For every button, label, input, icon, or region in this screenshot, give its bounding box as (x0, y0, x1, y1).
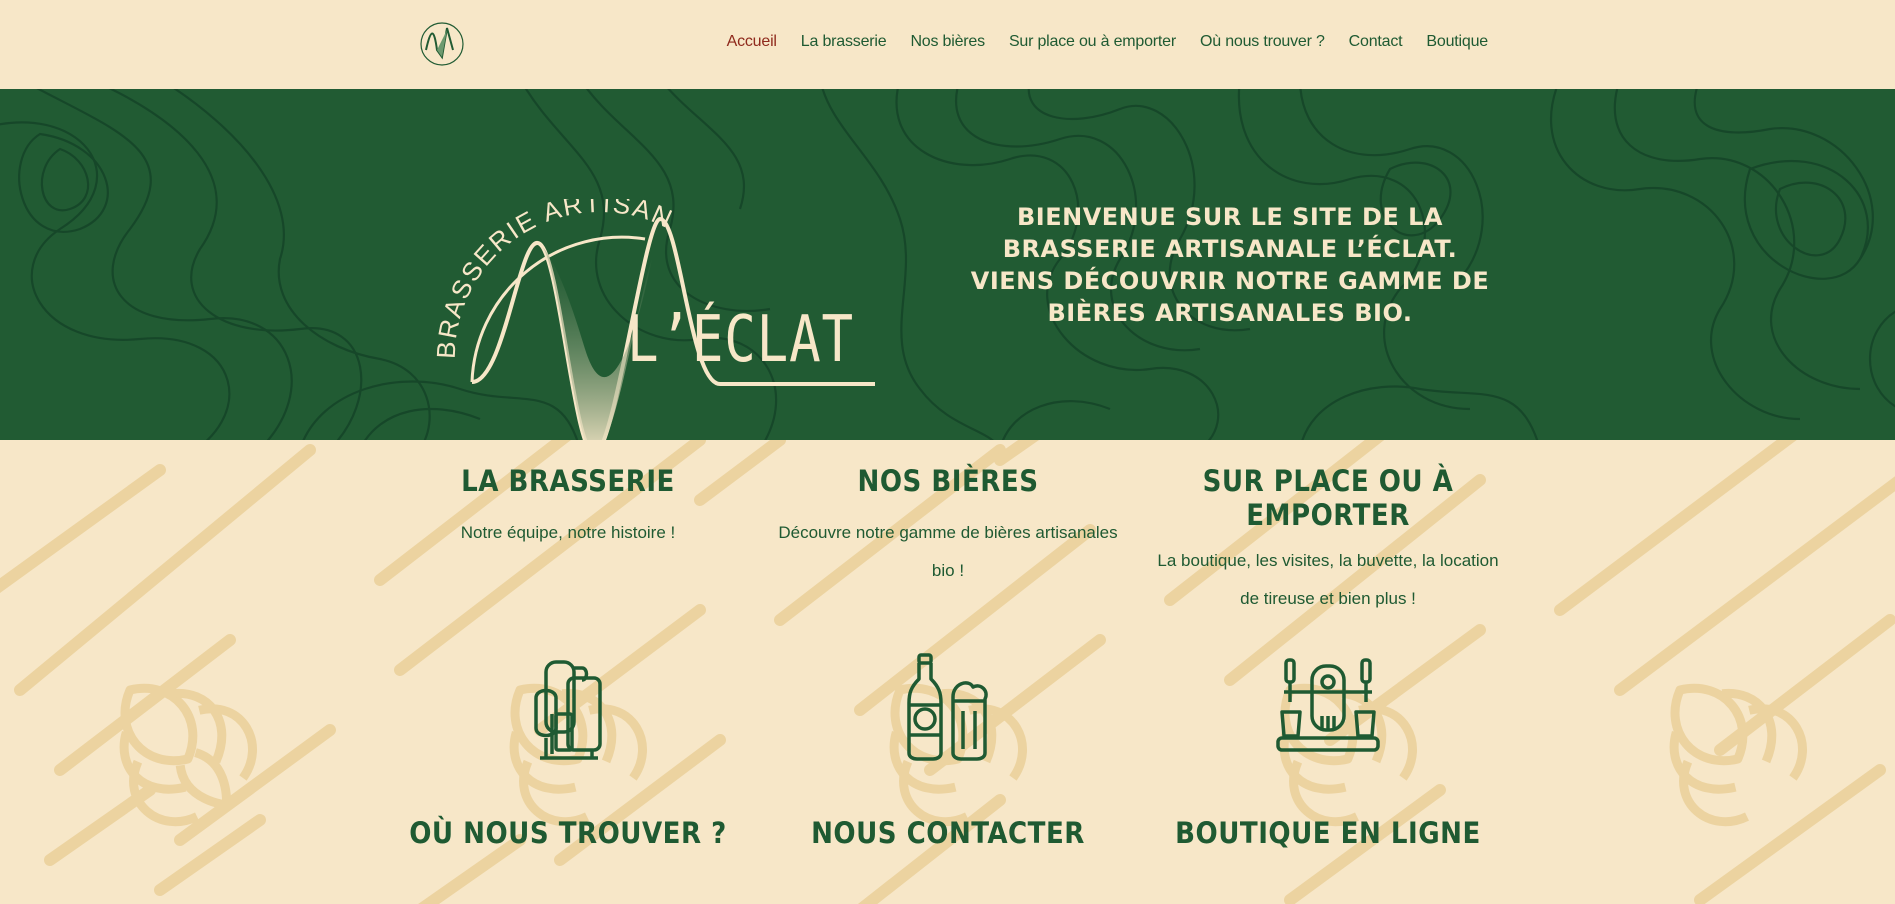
card-sur-place[interactable]: Sur place ou à emporter La boutique, les… (1148, 464, 1508, 618)
hero-tagline: Bienvenue sur le site de la brasserie ar… (970, 203, 1490, 327)
card-text: Découvre notre gamme de bières artisanal… (778, 523, 1118, 580)
topographic-background (0, 89, 1895, 440)
card-la-brasserie[interactable]: La brasserie Notre équipe, notre histoir… (388, 464, 748, 552)
card-title: Sur place ou à emporter (1202, 464, 1454, 532)
hero-banner: BRASSERIE ARTISANALE L’ÉCLAT Bienvenue s… (0, 89, 1895, 440)
card-nous-contacter[interactable]: Nous contacter (768, 816, 1128, 850)
card-ou-nous-trouver[interactable]: Où nous trouver ? (388, 816, 748, 850)
card-text: Notre équipe, notre histoire ! (460, 523, 676, 542)
nav-item-contact[interactable]: Contact (1349, 33, 1403, 51)
main-menu: Accueil La brasserie Nos bières Sur plac… (703, 33, 1489, 51)
card-title: Nous contacter (811, 816, 1085, 850)
beer-tap-icon[interactable] (1276, 656, 1380, 760)
card-title: Où nous trouver ? (409, 816, 727, 850)
nav-item-accueil[interactable]: Accueil (727, 33, 777, 51)
card-title: Nos bières (857, 464, 1039, 498)
card-text: La boutique, les visites, la buvette, la… (1157, 551, 1499, 608)
beer-bottle-glass-icon[interactable] (907, 653, 991, 763)
nav-item-nos-bieres[interactable]: Nos bières (910, 33, 985, 51)
nav-item-sur-place[interactable]: Sur place ou à emporter (1009, 33, 1176, 51)
brewery-tanks-icon[interactable] (532, 658, 604, 764)
nav-item-ou-nous-trouver[interactable]: Où nous trouver ? (1200, 33, 1325, 51)
card-title: Boutique en ligne (1175, 816, 1481, 850)
card-title: La brasserie (461, 464, 675, 498)
top-navigation: Accueil La brasserie Nos bières Sur plac… (0, 0, 1895, 89)
nav-item-boutique[interactable]: Boutique (1426, 33, 1488, 51)
site-logo[interactable] (419, 20, 465, 68)
hero-brand-name: L’ÉCLAT (627, 303, 854, 377)
content-section: La brasserie Notre équipe, notre histoir… (0, 440, 1895, 904)
card-nos-bieres[interactable]: Nos bières Découvre notre gamme de bière… (768, 464, 1128, 590)
nav-item-la-brasserie[interactable]: La brasserie (801, 33, 887, 51)
card-boutique-en-ligne[interactable]: Boutique en ligne (1148, 816, 1508, 850)
